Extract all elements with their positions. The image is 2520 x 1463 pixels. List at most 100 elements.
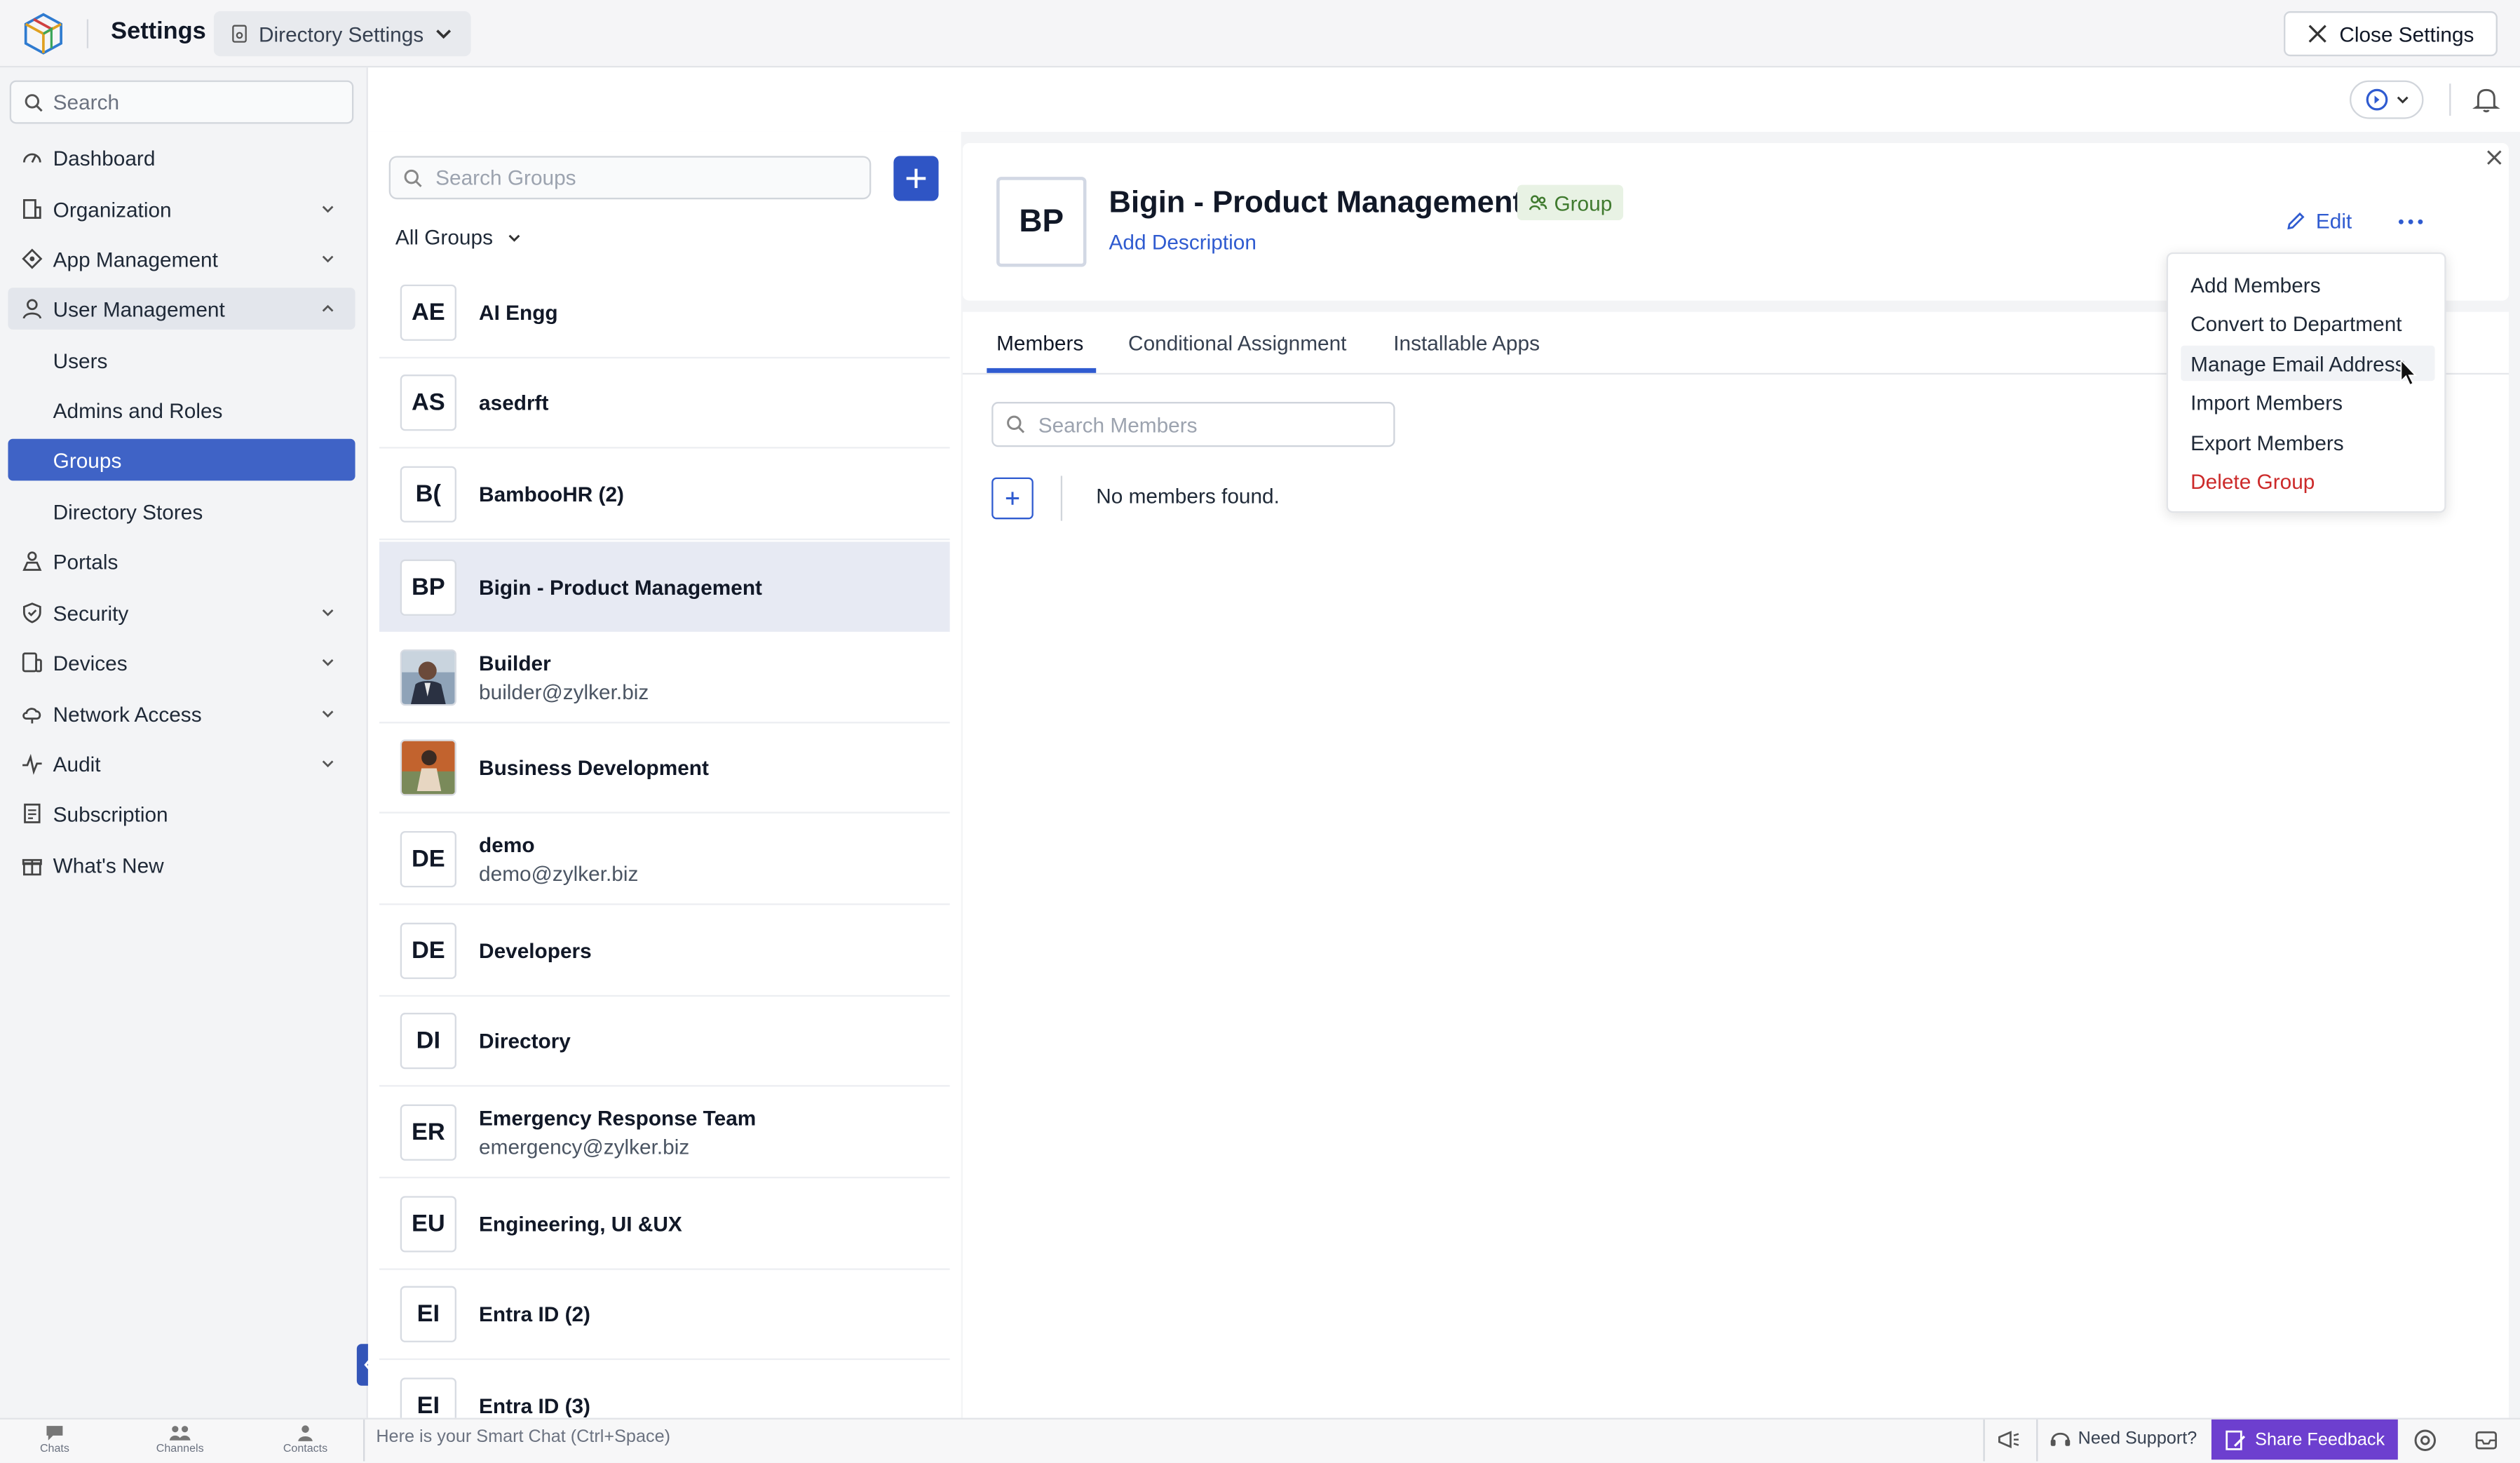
feedback-icon <box>2226 1429 2246 1450</box>
user-icon <box>21 297 43 320</box>
add-description-link[interactable]: Add Description <box>1109 230 1256 254</box>
group-list-item[interactable]: Builder builder@zylker.biz <box>379 633 950 724</box>
settings-page-icon <box>232 25 247 43</box>
group-list-item-selected[interactable]: BP Bigin - Product Management <box>379 541 950 632</box>
group-avatar: AE <box>400 284 456 341</box>
close-detail-icon[interactable] <box>2483 147 2505 169</box>
group-filter-dropdown[interactable]: All Groups <box>395 225 522 249</box>
account-switcher-button[interactable] <box>2350 80 2424 119</box>
sidebar-item-portals[interactable]: Portals <box>8 540 355 582</box>
group-photo-avatar <box>400 649 456 706</box>
sidebar-item-label: Groups <box>53 447 122 472</box>
sidebar-item-network-access[interactable]: Network Access <box>8 693 355 735</box>
group-email: demo@zylker.biz <box>479 861 639 886</box>
menu-item-manage-email-address[interactable]: Manage Email Address <box>2181 345 2435 382</box>
sidebar-item-audit[interactable]: Audit <box>8 743 355 785</box>
announcement-icon[interactable] <box>1996 1427 2022 1453</box>
sidebar-item-subscription[interactable]: Subscription <box>8 793 355 835</box>
sidebar-item-users[interactable]: Users <box>8 339 355 382</box>
group-name: AI Engg <box>479 300 558 325</box>
devices-icon <box>21 651 43 673</box>
sidebar-item-organization[interactable]: Organization <box>8 188 355 230</box>
headset-icon <box>2050 1432 2071 1446</box>
chats-label: Chats <box>39 1443 69 1455</box>
sidebar-item-security[interactable]: Security <box>8 591 355 633</box>
sidebar-item-user-management[interactable]: User Management <box>8 288 355 330</box>
sidebar-item-admins-and-roles[interactable]: Admins and Roles <box>8 389 355 431</box>
group-detail-title: Bigin - Product Management <box>1109 186 1523 221</box>
sidebar-item-label: Audit <box>53 751 101 776</box>
group-name: Entra ID (2) <box>479 1302 590 1326</box>
menu-item-convert-to-department[interactable]: Convert to Department <box>2181 305 2434 340</box>
need-support-button[interactable]: Need Support? <box>2049 1427 2197 1450</box>
chevron-down-icon <box>508 234 520 241</box>
group-list-item[interactable]: AS asedrft <box>379 358 950 449</box>
chat-bubble-icon <box>46 1426 63 1441</box>
notification-tray-icon[interactable] <box>2474 1427 2500 1453</box>
more-options-button[interactable] <box>2394 208 2427 236</box>
sidebar-item-whats-new[interactable]: What's New <box>8 844 355 886</box>
group-avatar: EI <box>400 1286 456 1342</box>
bell-icon[interactable] <box>2472 85 2500 114</box>
group-list-item[interactable]: DE demo demo@zylker.biz <box>379 815 950 905</box>
share-feedback-button[interactable]: Share Feedback <box>2211 1419 2398 1460</box>
sidebar-search-input[interactable]: Search <box>9 80 354 124</box>
sidebar-search-placeholder: Search <box>53 90 120 114</box>
sidebar-item-dashboard[interactable]: Dashboard <box>8 137 355 179</box>
group-list-item[interactable]: AE AI Engg <box>379 269 950 359</box>
need-support-label: Need Support? <box>2078 1429 2197 1449</box>
smart-chat-input[interactable]: Here is your Smart Chat (Ctrl+Space) <box>376 1427 670 1447</box>
group-type-badge-label: Group <box>1554 190 1613 215</box>
group-avatar: B( <box>400 466 456 522</box>
tab-conditional-assignment[interactable]: Conditional Assignment <box>1128 331 1346 355</box>
contacts-icon <box>298 1425 313 1441</box>
member-search-input[interactable]: Search Members <box>991 402 1395 447</box>
add-group-button[interactable] <box>893 156 939 201</box>
group-list-item[interactable]: EI Entra ID (2) <box>379 1270 950 1361</box>
group-name: Directory <box>479 1028 571 1053</box>
group-name: Developers <box>479 938 592 963</box>
channels-button[interactable]: Channels <box>156 1424 204 1455</box>
menu-item-delete-group[interactable]: Delete Group <box>2181 463 2434 498</box>
edit-button[interactable]: Edit <box>2285 209 2352 233</box>
group-list-item[interactable]: ER Emergency Response Team emergency@zyl… <box>379 1088 950 1179</box>
contacts-button[interactable]: Contacts <box>281 1424 330 1455</box>
apps-icon <box>21 248 43 270</box>
chats-button[interactable]: Chats <box>31 1424 79 1455</box>
directory-selector[interactable]: Directory Settings <box>213 11 471 57</box>
group-avatar: ER <box>400 1104 456 1161</box>
menu-item-export-members[interactable]: Export Members <box>2181 424 2434 459</box>
group-list-item[interactable]: DI Directory <box>379 997 950 1087</box>
menu-item-add-members[interactable]: Add Members <box>2181 267 2434 302</box>
tab-installable-apps[interactable]: Installable Apps <box>1393 331 1540 355</box>
group-list-item[interactable]: Business Development <box>379 723 950 814</box>
group-avatar: DE <box>400 922 456 979</box>
content-header <box>367 67 2520 132</box>
add-member-button[interactable] <box>991 477 1034 520</box>
group-search-input[interactable]: Search Groups <box>388 156 872 200</box>
group-list-item[interactable]: DE Developers <box>379 907 950 997</box>
group-list-item[interactable]: B( BambooHR (2) <box>379 450 950 541</box>
chevron-up-icon <box>322 304 334 312</box>
sidebar-item-groups[interactable]: Groups <box>8 438 355 481</box>
sidebar-item-devices[interactable]: Devices <box>8 642 355 684</box>
sidebar-item-label: Users <box>53 348 108 372</box>
close-settings-button[interactable]: Close Settings <box>2284 11 2498 57</box>
edit-button-label: Edit <box>2315 208 2352 234</box>
sidebar-item-directory-stores[interactable]: Directory Stores <box>8 490 355 532</box>
sidebar-item-label: Devices <box>53 650 128 675</box>
sidebar-item-label: Security <box>53 600 129 625</box>
tab-members[interactable]: Members <box>996 331 1083 355</box>
app-logo-icon[interactable] <box>20 10 68 58</box>
group-avatar: DE <box>400 831 456 888</box>
close-settings-label: Close Settings <box>2339 21 2474 46</box>
menu-item-import-members[interactable]: Import Members <box>2181 384 2434 419</box>
sidebar-item-app-management[interactable]: App Management <box>8 238 355 280</box>
directory-selector-label: Directory Settings <box>259 21 424 46</box>
page-title: Settings <box>111 18 206 46</box>
group-name: Builder <box>479 651 551 675</box>
at-mention-icon[interactable] <box>2412 1427 2438 1453</box>
group-list-item[interactable]: EU Engineering, UI &UX <box>379 1180 950 1270</box>
group-list-item[interactable]: EI Entra ID (3) <box>379 1361 950 1418</box>
chevron-down-icon <box>322 710 334 718</box>
